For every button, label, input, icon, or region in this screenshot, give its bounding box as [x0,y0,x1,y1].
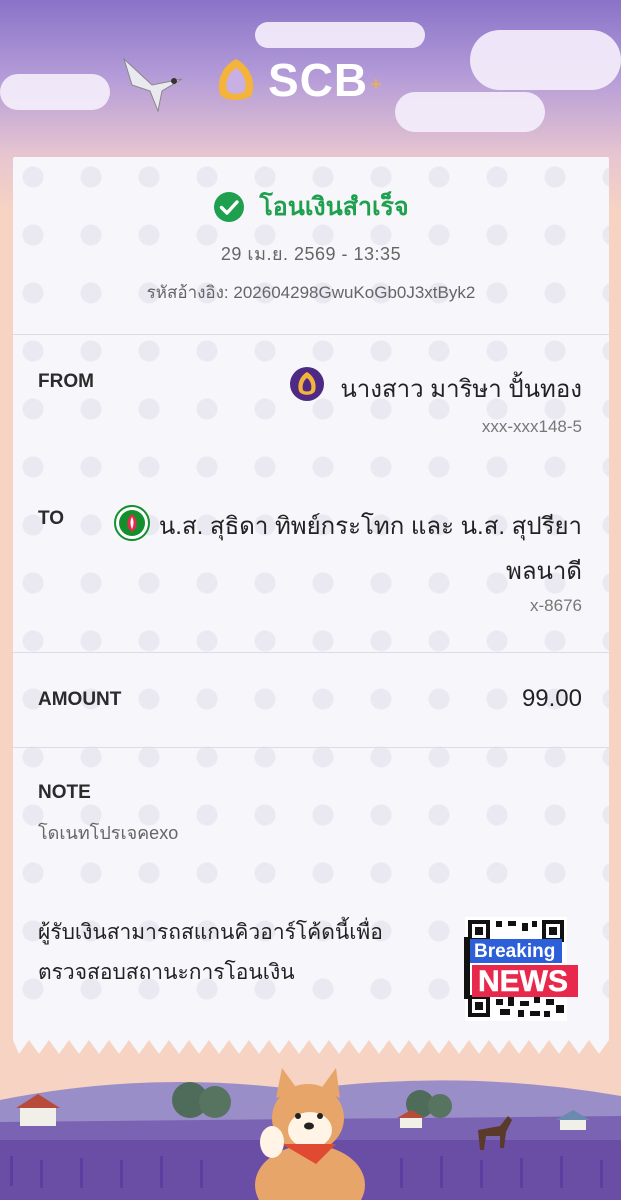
sender-account: xxx-xxx148-5 [481,417,582,436]
recipient-name-line2: พลนาดี [506,558,582,585]
qr-instructions-line1: ผู้รับเงินสามารถสแกนคิวอาร์โค้ดนี้เพื่อ [38,921,383,944]
note-label: NOTE [38,782,91,803]
cloud [0,74,110,110]
divider [13,747,609,748]
bird-icon [122,57,183,113]
sender-name: นางสาว มาริษา ปั้นทอง [340,376,582,403]
cloud [395,92,545,132]
note-text: โดเนทโปรเจคexo [38,823,179,843]
cloud [470,30,621,90]
to-label: TO [38,508,65,529]
from-label: FROM [38,371,94,392]
recipient-account: x-8676 [530,596,582,615]
scb-icon [290,367,324,401]
news-label: NEWS [478,965,568,998]
receipt-zigzag-edge [13,1036,609,1054]
amount-value: 99.00 [521,685,582,712]
qr-code[interactable]: Breaking NEWS [460,915,580,1025]
status-row: โอนเงินสำเร็จ [13,187,609,227]
divider [13,652,609,653]
lavender-field-scene [0,1068,621,1200]
check-circle-icon [214,192,245,222]
qr-instructions: ผู้รับเงินสามารถสแกนคิวอาร์โค้ดนี้เพื่อ … [38,913,428,993]
qr-instructions-line2: ตรวจสอบสถานะการโอนเงิน [38,961,295,984]
brand-plus: + [370,73,382,96]
status-text: โอนเงินสำเร็จ [259,193,409,221]
scb-logo: SCB + [212,52,412,108]
recipient-name-line1: น.ส. สุธิดา ทิพย์กระโทก และ น.ส. สุปรียา [158,513,582,540]
cloud [255,22,425,48]
amount-label: AMOUNT [38,689,122,710]
brand-name: SCB [268,54,369,106]
transaction-datetime: 29 เม.ย. 2569 - 13:35 [220,244,402,264]
breaking-label: Breaking [474,941,555,962]
transfer-receipt: โอนเงินสำเร็จ 29 เม.ย. 2569 - 13:35 รหัส… [13,157,609,1037]
reference-number: รหัสอ้างอิง: 202604298GwuKoGb0J3xtByk2 [146,283,476,302]
scb-mark-icon [218,59,254,100]
divider [13,334,609,335]
qr-code-icon: Breaking NEWS [464,917,578,1021]
kbank-icon [114,505,150,541]
